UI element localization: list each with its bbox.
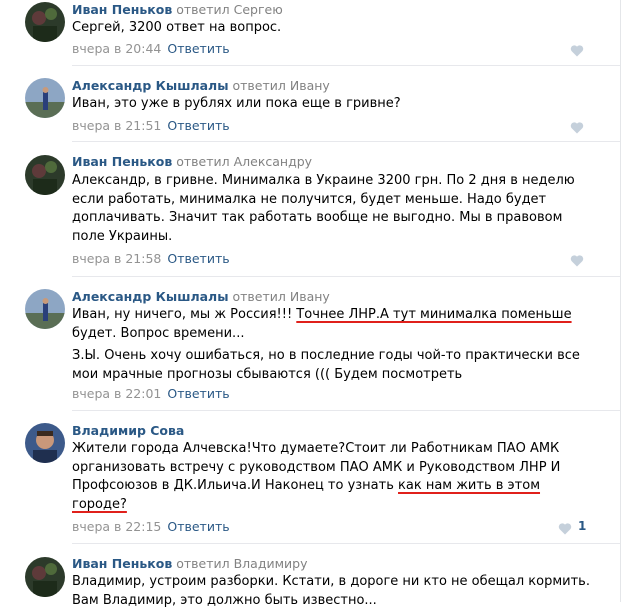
comment-text-line: доплачивать. Значит так работать вообще …	[72, 209, 592, 228]
comment-date[interactable]: вчера в 22:01	[72, 386, 161, 401]
reply-to-label: ответил Александру	[176, 154, 312, 169]
comment-text-line: городе?	[72, 496, 592, 515]
comment-meta: вчера в 21:58 Ответить	[72, 251, 230, 266]
divider	[72, 543, 620, 544]
comment-meta: вчера в 22:01 Ответить	[72, 386, 230, 401]
author-link[interactable]: Владимир Сова	[72, 423, 184, 438]
reply-to-label: ответил Ивану	[233, 289, 330, 304]
comment-text-line: если работать, минималка не получится, б…	[72, 191, 592, 210]
comment-text-part: Профсоюзов в ДК.Ильича.И Наконец то узна…	[72, 478, 398, 493]
comment-text-line: Вам Владимир, это должно быть известно..…	[72, 592, 592, 610]
comment-text-line: мои мрачные прогнозы сбываются ((( Будем…	[72, 366, 592, 385]
avatar[interactable]	[25, 557, 65, 597]
comment-text-line: будет. Вопрос времени...	[72, 325, 592, 344]
divider	[72, 276, 620, 277]
comment-text-line: З.Ы. Очень хочу ошибаться, но в последни…	[72, 347, 592, 366]
highlighted-text: как нам жить в этом	[398, 478, 540, 493]
reply-button[interactable]: Ответить	[167, 386, 229, 401]
comment-date[interactable]: вчера в 20:44	[72, 41, 161, 56]
highlighted-text: Точнее ЛНР.А тут минималка поменьше	[296, 307, 571, 322]
comment-meta: вчера в 20:44 Ответить	[72, 41, 230, 56]
comment-text: Жители города Алчевска!Что думаете?Стоит…	[72, 440, 592, 514]
comment-header: Александр Кышлалы ответил Ивану	[72, 78, 330, 93]
avatar[interactable]	[25, 423, 65, 463]
like-count[interactable]: 1	[578, 519, 586, 533]
avatar[interactable]	[25, 2, 65, 42]
reply-to-label: ответил Ивану	[233, 78, 330, 93]
comment-date[interactable]: вчера в 21:51	[72, 118, 161, 133]
reply-to-label: ответил Владимиру	[176, 556, 307, 571]
comment-header: Иван Пеньков ответил Владимиру	[72, 556, 307, 571]
comment-text-line: поле Украины.	[72, 228, 592, 247]
author-link[interactable]: Иван Пеньков	[72, 556, 172, 571]
highlighted-text: городе?	[72, 497, 127, 512]
reply-button[interactable]: Ответить	[167, 251, 229, 266]
reply-to-label: ответил Сергею	[176, 2, 283, 17]
comments-panel: Иван Пеньков ответил Сергею Сергей, 3200…	[0, 0, 621, 602]
reply-button[interactable]: Ответить	[167, 118, 229, 133]
comment-header: Иван Пеньков ответил Сергею	[72, 2, 283, 17]
author-link[interactable]: Иван Пеньков	[72, 2, 172, 17]
comment-date[interactable]: вчера в 22:15	[72, 519, 161, 534]
comment-text: Иван, ну ничего, мы ж Россия!!! Точнее Л…	[72, 306, 592, 384]
avatar[interactable]	[25, 155, 65, 195]
author-link[interactable]: Александр Кышлалы	[72, 289, 229, 304]
comment-text-line: организовать встречу с руководством ПАО …	[72, 459, 592, 478]
comment-header: Александр Кышлалы ответил Ивану	[72, 289, 330, 304]
divider	[72, 141, 620, 142]
avatar[interactable]	[25, 289, 65, 329]
comment-date[interactable]: вчера в 21:58	[72, 251, 161, 266]
comment-text-line: Иван, ну ничего, мы ж Россия!!! Точнее Л…	[72, 306, 592, 325]
comment-header: Владимир Сова	[72, 423, 184, 438]
comment-text-part: Иван, ну ничего, мы ж Россия!!!	[72, 307, 296, 322]
comment-text-line: Александр, в гривне. Минималка в Украине…	[72, 172, 592, 191]
comment-text-line: Профсоюзов в ДК.Ильича.И Наконец то узна…	[72, 477, 592, 496]
like-icon[interactable]	[570, 42, 584, 61]
comment-text: Владимир, устроим разборки. Кстати, в до…	[72, 573, 592, 610]
comment-text: Сергей, 3200 ответ на вопрос.	[72, 19, 592, 38]
avatar[interactable]	[25, 78, 65, 118]
divider	[72, 410, 620, 411]
comment-text: Александр, в гривне. Минималка в Украине…	[72, 172, 592, 246]
author-link[interactable]: Александр Кышлалы	[72, 78, 229, 93]
like-icon[interactable]	[558, 520, 572, 539]
divider	[72, 65, 620, 66]
author-link[interactable]: Иван Пеньков	[72, 154, 172, 169]
comment-text-line: Владимир, устроим разборки. Кстати, в до…	[72, 573, 592, 592]
comment-header: Иван Пеньков ответил Александру	[72, 154, 312, 169]
comment-text: Иван, это уже в рублях или пока еще в гр…	[72, 95, 592, 114]
reply-button[interactable]: Ответить	[167, 519, 229, 534]
like-icon[interactable]	[570, 252, 584, 271]
comment-text-line: Жители города Алчевска!Что думаете?Стоит…	[72, 440, 592, 459]
reply-button[interactable]: Ответить	[167, 41, 229, 56]
like-icon[interactable]	[570, 119, 584, 138]
comment-meta: вчера в 21:51 Ответить	[72, 118, 230, 133]
comment-meta: вчера в 22:15 Ответить	[72, 519, 230, 534]
